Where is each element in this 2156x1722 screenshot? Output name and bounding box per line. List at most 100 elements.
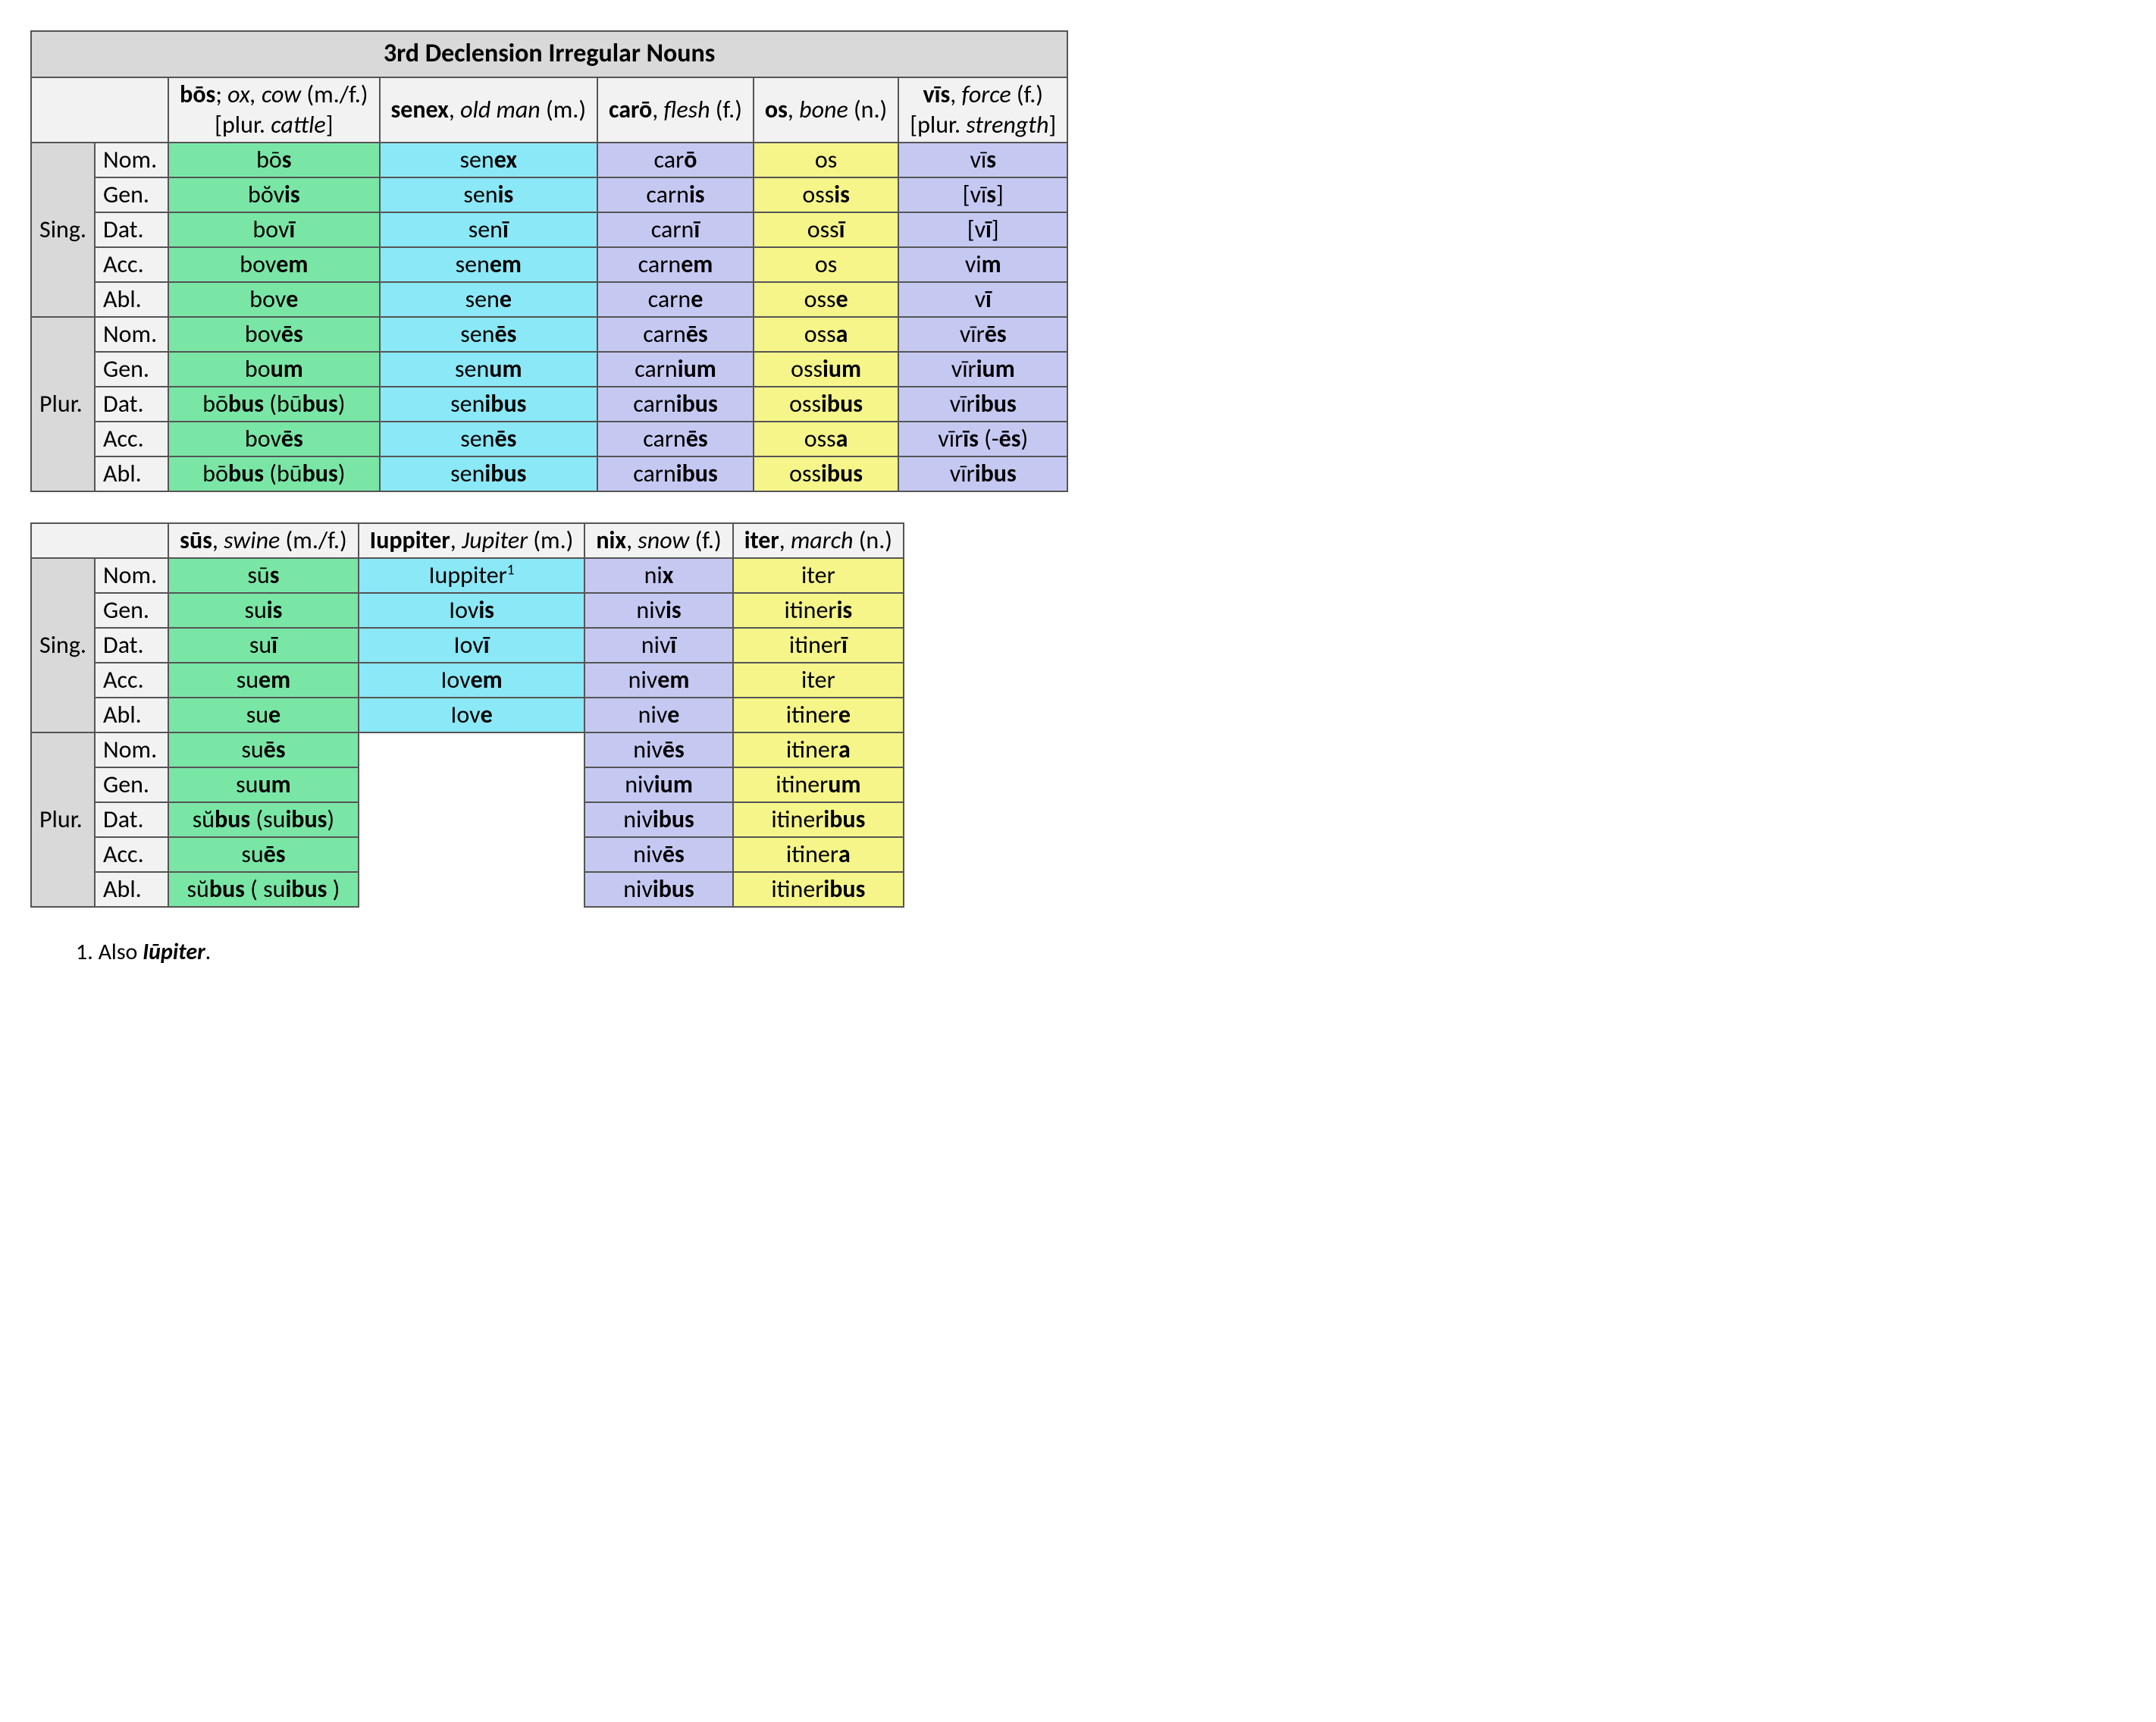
cell: sene [380, 282, 598, 317]
cell: Iovis [359, 593, 585, 628]
case-label: Nom. [95, 143, 168, 177]
row-group-sing: Sing. [31, 143, 95, 317]
col-header-senex: senex, old man (m.) [380, 77, 598, 143]
case-label: Abl. [95, 282, 168, 317]
cell: Iove [359, 698, 585, 732]
cell: nix [584, 558, 732, 593]
declension-table-1: 3rd Declension Irregular Nouns bōs; ox, … [30, 30, 1068, 492]
cell: senex [380, 143, 598, 177]
col-header-vis: vīs, force (f.)[plur. strength] [898, 77, 1067, 143]
case-label: Acc. [95, 837, 168, 872]
cell: ossa [754, 317, 898, 352]
col-header-iuppiter: Iuppiter, Jupiter (m.) [359, 523, 585, 558]
col-header-sus: sūs, swine (m./f.) [168, 523, 359, 558]
cell: ossibus [754, 387, 898, 422]
cell: itinere [733, 698, 904, 732]
cell: suum [168, 767, 359, 802]
col-header-caro: carō, flesh (f.) [597, 77, 754, 143]
cell: carnium [597, 352, 754, 387]
case-label: Nom. [95, 558, 168, 593]
row-group-sing: Sing. [31, 558, 95, 732]
cell: bōbus (būbus) [168, 456, 379, 491]
cell: carō [597, 143, 754, 177]
cell: nivī [584, 628, 732, 663]
cell: suēs [168, 837, 359, 872]
cell: carnis [597, 177, 754, 212]
cell: Iovī [359, 628, 585, 663]
cell: carnibus [597, 387, 754, 422]
cell: vīribus [898, 387, 1067, 422]
case-label: Dat. [95, 802, 168, 837]
case-label: Acc. [95, 422, 168, 456]
cell: ossī [754, 212, 898, 247]
cell: iter [733, 663, 904, 698]
cell: vim [898, 247, 1067, 282]
cell: os [754, 247, 898, 282]
cell: bōs [168, 143, 379, 177]
cell: senum [380, 352, 598, 387]
footnote-pre: Also [99, 938, 143, 966]
cell: bovem [168, 247, 379, 282]
case-label: Abl. [95, 872, 168, 907]
cell: itineris [733, 593, 904, 628]
cell: senem [380, 247, 598, 282]
cell: osse [754, 282, 898, 317]
case-label: Dat. [95, 212, 168, 247]
cell: senī [380, 212, 598, 247]
cell: itineribus [733, 802, 904, 837]
cell: [vīs] [898, 177, 1067, 212]
cell: senēs [380, 317, 598, 352]
case-label: Gen. [95, 767, 168, 802]
cell: ossis [754, 177, 898, 212]
cell: suis [168, 593, 359, 628]
case-label: Gen. [95, 177, 168, 212]
col-header-nix: nix, snow (f.) [584, 523, 732, 558]
case-label: Acc. [95, 247, 168, 282]
cell: sŭbus (suibus) [168, 802, 359, 837]
case-label: Dat. [95, 628, 168, 663]
cell: nivibus [584, 872, 732, 907]
cell: iter [733, 558, 904, 593]
case-label: Dat. [95, 387, 168, 422]
cell: nivibus [584, 802, 732, 837]
footnote-bold: Iūpiter [143, 938, 205, 966]
footnote-post: . [205, 938, 212, 966]
cell: carnī [597, 212, 754, 247]
cell: senēs [380, 422, 598, 456]
cell: os [754, 143, 898, 177]
cell: sŭbus ( suibus ) [168, 872, 359, 907]
cell: bŏvis [168, 177, 379, 212]
blank-header [31, 523, 168, 558]
case-label: Abl. [95, 698, 168, 732]
cell: nivem [584, 663, 732, 698]
cell: senis [380, 177, 598, 212]
cell: vīrium [898, 352, 1067, 387]
cell: nivēs [584, 837, 732, 872]
cell: itinera [733, 732, 904, 767]
cell: senibus [380, 387, 598, 422]
case-label: Abl. [95, 456, 168, 491]
case-label: Gen. [95, 352, 168, 387]
cell: sūs [168, 558, 359, 593]
case-label: Gen. [95, 593, 168, 628]
case-label: Nom. [95, 732, 168, 767]
cell: bovī [168, 212, 379, 247]
cell: nive [584, 698, 732, 732]
cell: itineribus [733, 872, 904, 907]
cell: [vī] [898, 212, 1067, 247]
empty-cell [359, 732, 585, 907]
declension-table-2: sūs, swine (m./f.) Iuppiter, Jupiter (m.… [30, 522, 904, 908]
cell: sue [168, 698, 359, 732]
cell: suēs [168, 732, 359, 767]
cell: nivis [584, 593, 732, 628]
cell: vīrīs (-ēs) [898, 422, 1067, 456]
cell: senibus [380, 456, 598, 491]
footnote-num: 1. [76, 938, 93, 966]
col-header-iter: iter, march (n.) [733, 523, 904, 558]
cell: itinera [733, 837, 904, 872]
cell: carnibus [597, 456, 754, 491]
cell: itinerum [733, 767, 904, 802]
table-title: 3rd Declension Irregular Nouns [31, 31, 1067, 77]
footnote: 1. Also Iūpiter. [76, 938, 2126, 966]
cell: carne [597, 282, 754, 317]
